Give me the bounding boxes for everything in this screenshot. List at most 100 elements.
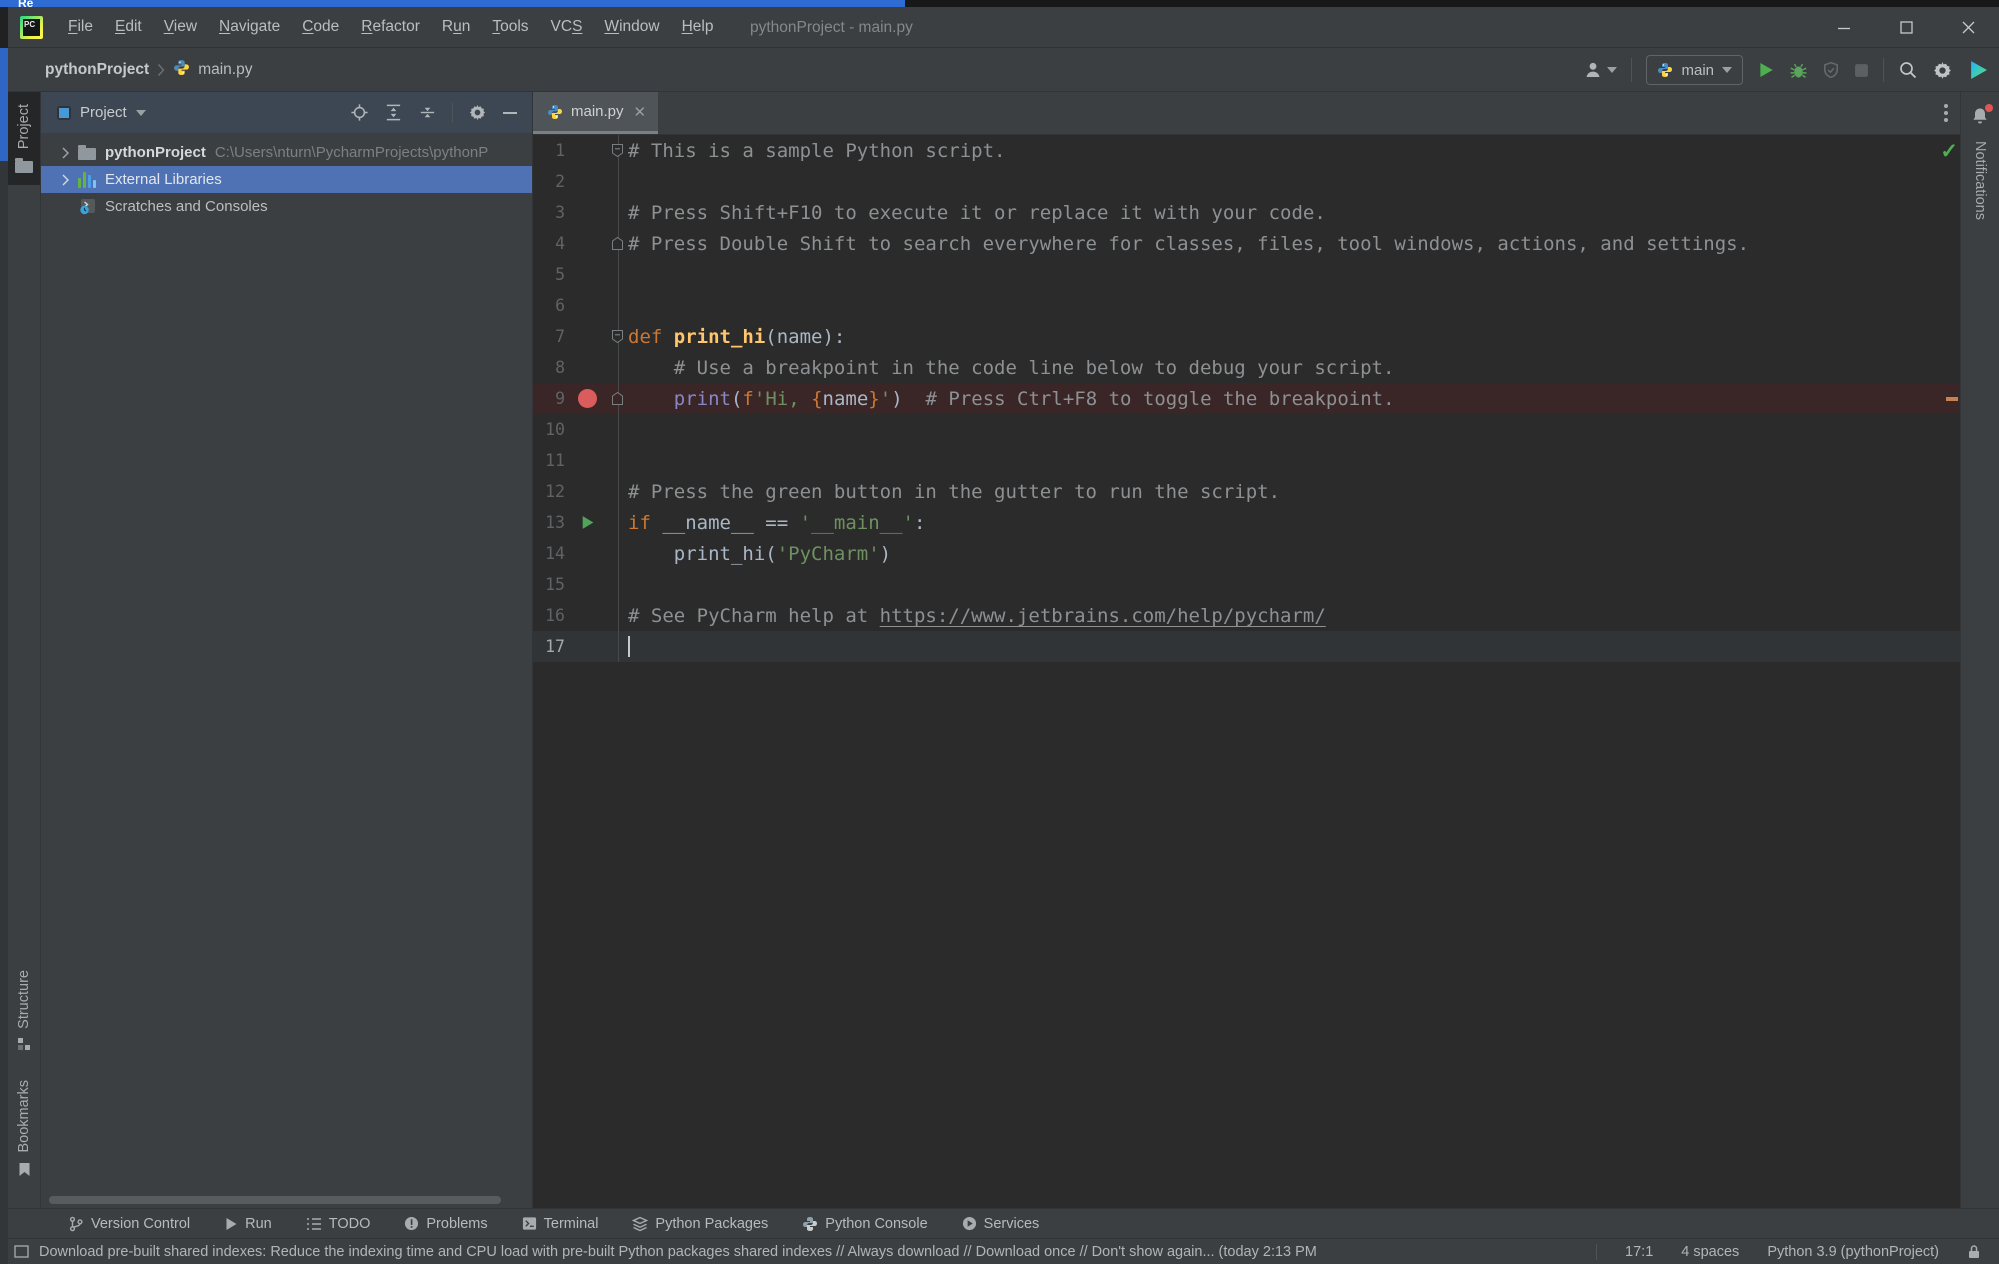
search-everywhere-button[interactable]	[1898, 60, 1918, 80]
line-number[interactable]: 8	[533, 358, 565, 377]
inspections-ok-icon[interactable]: ✓	[1940, 139, 1958, 164]
lock-icon[interactable]	[1967, 1244, 1981, 1260]
line-number[interactable]: 4	[533, 234, 565, 253]
gutter[interactable]: 11	[533, 445, 618, 476]
gutter[interactable]: 7	[533, 321, 618, 352]
menu-navigate[interactable]: Navigate	[208, 7, 291, 47]
code-line-10[interactable]: 10	[533, 414, 1960, 445]
code-text[interactable]: # This is a sample Python script.	[618, 135, 1960, 166]
line-number[interactable]: 14	[533, 544, 565, 563]
code-line-13[interactable]: 13 if __name__ == '__main__':	[533, 507, 1960, 538]
code-line-15[interactable]: 15	[533, 569, 1960, 600]
status-message[interactable]: Download pre-built shared indexes: Reduc…	[39, 1244, 1317, 1260]
gutter[interactable]: 2	[533, 166, 618, 197]
code-text[interactable]: def print_hi(name):	[618, 321, 1960, 352]
code-text[interactable]	[618, 166, 1960, 197]
minimize-button[interactable]	[1813, 7, 1875, 48]
code-text[interactable]: # Press the green button in the gutter t…	[618, 476, 1960, 507]
code-text[interactable]: # Press Double Shift to search everywher…	[618, 228, 1960, 259]
gutter[interactable]: 13	[533, 507, 618, 538]
line-number[interactable]: 16	[533, 606, 565, 625]
code-line-4[interactable]: 4 # Press Double Shift to search everywhe…	[533, 228, 1960, 259]
code-line-5[interactable]: 5	[533, 259, 1960, 290]
maximize-button[interactable]	[1875, 7, 1937, 48]
notifications-bell[interactable]	[1970, 106, 1990, 131]
line-number[interactable]: 15	[533, 575, 565, 594]
gutter[interactable]: 16	[533, 600, 618, 631]
locate-file-button[interactable]	[350, 103, 369, 122]
menu-window[interactable]: Window	[593, 7, 670, 47]
gutter[interactable]: 12	[533, 476, 618, 507]
code-line-16[interactable]: 16 # See PyCharm help at https://www.jetb…	[533, 600, 1960, 631]
menu-file[interactable]: File	[57, 7, 104, 47]
profile-button[interactable]	[1583, 60, 1617, 80]
indent-widget[interactable]: 4 spaces	[1681, 1244, 1739, 1260]
code-text[interactable]: print_hi('PyCharm')	[618, 538, 1960, 569]
code-line-7[interactable]: 7 def print_hi(name):	[533, 321, 1960, 352]
project-panel-hscrollbar[interactable]	[49, 1196, 501, 1204]
debug-button[interactable]	[1789, 61, 1808, 80]
gutter[interactable]: 1	[533, 135, 618, 166]
line-number[interactable]: 3	[533, 203, 565, 222]
code-text[interactable]: print(f'Hi, {name}') # Press Ctrl+F8 to …	[618, 383, 1960, 414]
line-number[interactable]: 5	[533, 265, 565, 284]
interpreter-widget[interactable]: Python 3.9 (pythonProject)	[1767, 1244, 1939, 1260]
fold-region-end-icon[interactable]	[611, 391, 624, 410]
line-number[interactable]: 17	[533, 637, 565, 656]
caret-position-widget[interactable]: 17:1	[1625, 1244, 1653, 1260]
tab-main-py[interactable]: main.py ✕	[533, 92, 658, 134]
more-tabs-icon[interactable]	[1944, 104, 1948, 122]
code-text[interactable]	[618, 259, 1960, 290]
breadcrumb-project[interactable]: pythonProject	[45, 61, 149, 79]
line-number[interactable]: 11	[533, 451, 565, 470]
line-number[interactable]: 7	[533, 327, 565, 346]
tool-button-structure[interactable]: Structure	[8, 958, 40, 1069]
editor-scroll-stripe[interactable]: ✓	[1942, 135, 1960, 1208]
code-line-9[interactable]: 9 print(f'Hi, {name}') # Press Ctrl+F8 t…	[533, 383, 1960, 414]
gutter[interactable]: 5	[533, 259, 618, 290]
run-with-coverage-button[interactable]	[1822, 61, 1840, 79]
gutter[interactable]: 8	[533, 352, 618, 383]
line-number[interactable]: 1	[533, 141, 565, 160]
code-text[interactable]: if __name__ == '__main__':	[618, 507, 1960, 538]
line-number[interactable]: 10	[533, 420, 565, 439]
tool-button-python-console[interactable]: Python Console	[788, 1209, 941, 1238]
code-text[interactable]: # Press Shift+F10 to execute it or repla…	[618, 197, 1960, 228]
code-text[interactable]: # Use a breakpoint in the code line belo…	[618, 352, 1960, 383]
code-text[interactable]	[618, 290, 1960, 321]
fold-region-start-icon[interactable]	[611, 143, 624, 162]
tool-button-project[interactable]: Project	[8, 92, 40, 185]
tool-button-problems[interactable]: Problems	[390, 1209, 501, 1238]
tool-button-todo[interactable]: TODO	[292, 1209, 385, 1238]
menu-edit[interactable]: Edit	[104, 7, 153, 47]
code-line-8[interactable]: 8 # Use a breakpoint in the code line be…	[533, 352, 1960, 383]
line-number[interactable]: 13	[533, 513, 565, 532]
tab-close-icon[interactable]: ✕	[634, 103, 647, 121]
expand-all-button[interactable]	[384, 103, 403, 122]
breadcrumb-file[interactable]: main.py	[198, 61, 252, 79]
chevron-right-icon[interactable]	[55, 174, 75, 186]
code-link[interactable]: https://www.jetbrains.com/help/pycharm/	[880, 605, 1326, 627]
chevron-right-icon[interactable]	[55, 147, 75, 159]
code-text[interactable]	[618, 445, 1960, 476]
tool-button-python-packages[interactable]: Python Packages	[618, 1209, 782, 1238]
tree-row-external-libraries[interactable]: External Libraries	[41, 166, 532, 193]
code-line-11[interactable]: 11	[533, 445, 1960, 476]
tool-button-run[interactable]: Run	[210, 1209, 286, 1238]
code-text[interactable]: # See PyCharm help at https://www.jetbra…	[618, 600, 1960, 631]
menu-refactor[interactable]: Refactor	[350, 7, 431, 47]
run-configuration-select[interactable]: main	[1646, 55, 1743, 85]
code-line-2[interactable]: 2	[533, 166, 1960, 197]
code-line-17[interactable]: 17	[533, 631, 1960, 662]
code-text[interactable]	[618, 569, 1960, 600]
error-stripe-mark[interactable]	[1946, 397, 1958, 401]
settings-button[interactable]	[1932, 60, 1953, 81]
code-line-12[interactable]: 12# Press the green button in the gutter…	[533, 476, 1960, 507]
line-number[interactable]: 2	[533, 172, 565, 191]
gutter[interactable]: 4	[533, 228, 618, 259]
code-line-1[interactable]: 1 # This is a sample Python script.	[533, 135, 1960, 166]
code-text[interactable]	[618, 414, 1960, 445]
tree-row-python-project[interactable]: pythonProject C:\Users\nturn\PycharmProj…	[41, 139, 532, 166]
hide-panel-button[interactable]	[502, 105, 518, 121]
menu-tools[interactable]: Tools	[481, 7, 539, 47]
